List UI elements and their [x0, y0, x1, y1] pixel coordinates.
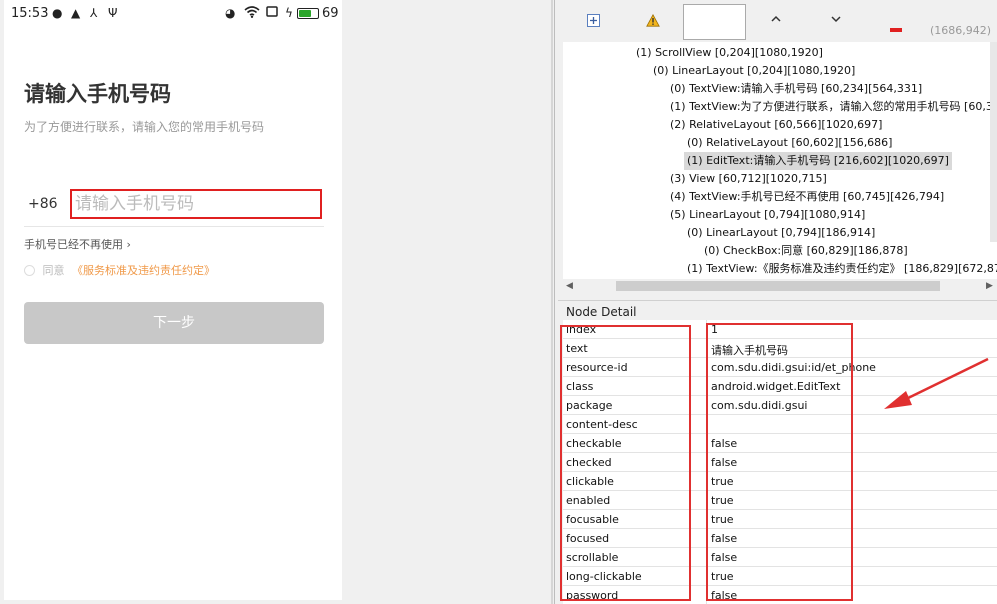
scroll-left-icon[interactable]: ◀ — [566, 279, 573, 293]
phone-number-input[interactable] — [70, 189, 322, 219]
tree-node[interactable]: (1) TextView:为了方便进行联系，请输入您的常用手机号码 [60,36… — [670, 98, 997, 116]
screen: 15:53 ● ▲ ⅄ Ψ ◕ ϟ 69 请输入手机号码 为了方便进行联系，请输… — [0, 0, 997, 604]
status-bar: 15:53 ● ▲ ⅄ Ψ ◕ ϟ 69 — [4, 0, 342, 28]
nfc-icon: ◕ — [225, 6, 236, 20]
agreement-row: 同意 《服务标准及违约责任约定》 — [24, 262, 215, 278]
tree-node[interactable]: (1) TextView:《服务标准及违约责任约定》 [186,829][672… — [687, 260, 997, 278]
tree-node-selected[interactable]: (1) EditText:请输入手机号码 [216,602][1020,697] — [684, 152, 952, 170]
number-no-longer-used-link[interactable]: 手机号已经不再使用 › — [24, 236, 131, 252]
input-divider — [24, 226, 324, 227]
screenshot-button[interactable] — [683, 4, 746, 40]
battery-icon — [297, 8, 319, 19]
tree-node[interactable]: (4) TextView:手机号已经不再使用 [60,745][426,794] — [670, 188, 944, 206]
hierarchy-tree[interactable]: (1) ScrollView [0,204][1080,1920] (0) Li… — [563, 42, 997, 279]
tree-node[interactable]: (0) RelativeLayout [60,602][156,686] — [687, 134, 892, 152]
tree-vertical-scrollbar[interactable] — [990, 42, 997, 242]
panel-divider-line — [554, 0, 555, 604]
page-subtitle: 为了方便进行联系，请输入您的常用手机号码 — [24, 120, 265, 134]
charging-icon: ϟ — [285, 6, 293, 20]
usb-tethering-icon: ⅄ — [90, 6, 98, 20]
warning-icon: ▲ — [71, 6, 81, 20]
status-time: 15:53 — [11, 6, 49, 21]
tree-node[interactable]: (3) View [60,712][1020,715] — [670, 170, 827, 188]
battery-percent: 69 — [322, 6, 339, 21]
tree-node[interactable]: (2) RelativeLayout [60,566][1020,697] — [670, 116, 882, 134]
pointer-coordinates: (1686,942) — [930, 24, 992, 37]
tree-horizontal-scrollbar[interactable]: ◀ ▶ — [563, 279, 997, 293]
minus-icon[interactable] — [890, 20, 902, 36]
annotation-arrow — [884, 357, 989, 409]
highlight-key-column — [560, 325, 691, 601]
agreement-link[interactable]: 《服务标准及违约责任约定》 — [72, 264, 215, 277]
scroll-thumb[interactable] — [616, 281, 940, 291]
chevron-down-icon[interactable] — [830, 12, 842, 28]
node-detail-title: Node Detail — [558, 300, 997, 320]
scroll-right-icon[interactable]: ▶ — [986, 279, 993, 293]
panel-divider[interactable] — [551, 0, 553, 604]
phone-screen: 15:53 ● ▲ ⅄ Ψ ◕ ϟ 69 请输入手机号码 为了方便进行联系，请输… — [4, 0, 342, 600]
number-no-longer-used-label: 手机号已经不再使用 — [24, 238, 123, 251]
expand-icon[interactable] — [587, 14, 600, 31]
warning-icon[interactable] — [646, 13, 660, 31]
tree-node[interactable]: (0) CheckBox:同意 [60,829][186,878] — [704, 242, 908, 260]
agree-label: 同意 — [42, 264, 65, 277]
agree-checkbox[interactable] — [24, 265, 35, 276]
battery-fill — [299, 10, 311, 17]
chevron-up-icon[interactable] — [770, 12, 782, 28]
inspector-toolbar: (1686,942) — [558, 0, 997, 42]
country-code-prefix[interactable]: +86 — [28, 196, 58, 212]
account-circle-icon: ● — [52, 6, 63, 20]
usb-icon: Ψ — [108, 6, 118, 20]
tree-node[interactable]: (0) TextView:请输入手机号码 [60,234][564,331] — [670, 80, 922, 98]
tree-node[interactable]: (5) LinearLayout [0,794][1080,914] — [670, 206, 865, 224]
tree-node[interactable]: (0) LinearLayout [0,794][186,914] — [687, 224, 875, 242]
next-button[interactable]: 下一步 — [24, 302, 324, 344]
screen-icon — [266, 6, 278, 20]
highlight-value-column — [706, 323, 853, 601]
tree-node[interactable]: (1) ScrollView [0,204][1080,1920] — [636, 44, 823, 62]
page-title: 请输入手机号码 — [24, 82, 171, 106]
tree-node[interactable]: (0) LinearLayout [0,204][1080,1920] — [653, 62, 855, 80]
chevron-right-icon: › — [126, 238, 131, 251]
wifi-icon — [244, 6, 260, 21]
